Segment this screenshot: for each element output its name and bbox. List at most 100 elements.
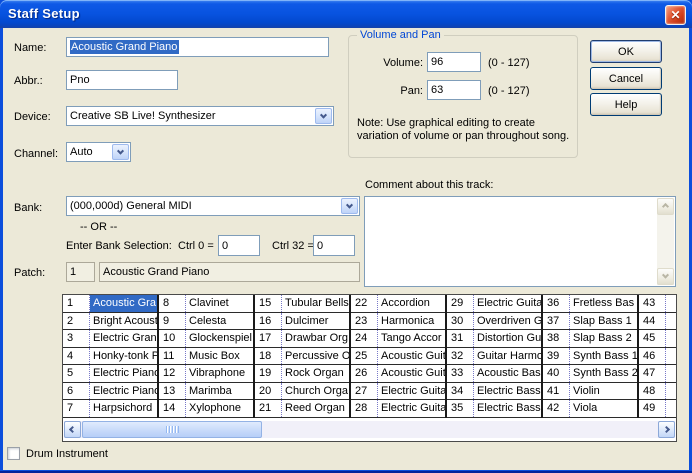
instrument-name-cell[interactable]: Harpsichord: [90, 400, 157, 417]
scroll-right-button[interactable]: [658, 421, 675, 438]
instrument-number-cell[interactable]: 16: [255, 313, 282, 330]
close-button[interactable]: ✕: [665, 5, 686, 25]
instrument-name-cell[interactable]: Bright Acoust: [90, 313, 157, 330]
instrument-number-cell[interactable]: 26: [351, 365, 378, 382]
instrument-name-cell[interactable]: Violin: [570, 383, 637, 400]
instrument-number-cell[interactable]: 23: [351, 313, 378, 330]
instrument-number-cell[interactable]: 3: [63, 330, 90, 347]
instrument-number-cell[interactable]: 17: [255, 330, 282, 347]
instrument-name-cell[interactable]: Distortion Gui: [474, 330, 541, 347]
bank-combobox-arrow[interactable]: [341, 198, 358, 214]
instrument-name-cell[interactable]: Synth Bass 2: [570, 365, 637, 382]
channel-combobox-arrow[interactable]: [112, 144, 129, 160]
instrument-number-cell[interactable]: 12: [159, 365, 186, 382]
instrument-number-cell[interactable]: 13: [159, 383, 186, 400]
instrument-number-cell[interactable]: 8: [159, 295, 186, 312]
instrument-name-cell[interactable]: Viola: [570, 400, 637, 417]
instrument-number-cell[interactable]: 44: [639, 313, 666, 330]
instrument-number-cell[interactable]: 21: [255, 400, 282, 417]
name-input[interactable]: Acoustic Grand Piano: [66, 37, 329, 57]
instrument-number-cell[interactable]: 14: [159, 400, 186, 417]
instrument-number-cell[interactable]: 47: [639, 365, 666, 382]
instrument-number-cell[interactable]: 36: [543, 295, 570, 312]
instrument-number-cell[interactable]: 37: [543, 313, 570, 330]
volume-input[interactable]: 96: [427, 52, 481, 72]
instrument-name-cell[interactable]: Fretless Bas: [570, 295, 637, 312]
ctrl0-input[interactable]: 0: [218, 235, 260, 256]
instrument-name-cell[interactable]: Tango Accor: [378, 330, 445, 347]
scrollbar-thumb[interactable]: [82, 421, 262, 438]
instrument-grid-horizontal-scrollbar[interactable]: [64, 421, 675, 438]
instrument-number-cell[interactable]: 33: [447, 365, 474, 382]
instrument-name-cell[interactable]: Acoustic Bas: [474, 365, 541, 382]
instrument-number-cell[interactable]: 46: [639, 348, 666, 365]
instrument-number-cell[interactable]: 42: [543, 400, 570, 417]
instrument-name-cell[interactable]: Percussive O: [282, 348, 349, 365]
instrument-number-cell[interactable]: 48: [639, 383, 666, 400]
instrument-number-cell[interactable]: 45: [639, 330, 666, 347]
scroll-up-button[interactable]: [657, 198, 674, 215]
instrument-name-cell[interactable]: Acoustic Guit: [378, 365, 445, 382]
instrument-name-cell[interactable]: Rock Organ: [282, 365, 349, 382]
instrument-name-cell[interactable]: Honky-tonk Pi: [90, 348, 157, 365]
instrument-name-cell[interactable]: Harmonica: [378, 313, 445, 330]
instrument-number-cell[interactable]: 29: [447, 295, 474, 312]
instrument-name-cell[interactable]: [666, 383, 676, 400]
titlebar[interactable]: Staff Setup ✕: [0, 0, 692, 28]
instrument-number-cell[interactable]: 31: [447, 330, 474, 347]
instrument-number-cell[interactable]: 49: [639, 400, 666, 417]
instrument-name-cell[interactable]: Celesta: [186, 313, 253, 330]
instrument-name-cell[interactable]: Synth Bass 1: [570, 348, 637, 365]
scroll-left-button[interactable]: [64, 421, 81, 438]
ok-button[interactable]: OK: [590, 40, 662, 63]
help-button[interactable]: Help: [590, 93, 662, 116]
instrument-name-cell[interactable]: Xylophone: [186, 400, 253, 417]
instrument-number-cell[interactable]: 27: [351, 383, 378, 400]
instrument-number-cell[interactable]: 20: [255, 383, 282, 400]
instrument-number-cell[interactable]: 25: [351, 348, 378, 365]
instrument-name-cell[interactable]: Drawbar Org: [282, 330, 349, 347]
cancel-button[interactable]: Cancel: [590, 67, 662, 90]
instrument-number-cell[interactable]: 1: [63, 295, 90, 312]
abbr-input[interactable]: Pno: [66, 70, 178, 90]
instrument-number-cell[interactable]: 40: [543, 365, 570, 382]
instrument-name-cell[interactable]: Music Box: [186, 348, 253, 365]
instrument-number-cell[interactable]: 43: [639, 295, 666, 312]
device-combobox-arrow[interactable]: [315, 108, 332, 124]
instrument-name-cell[interactable]: [666, 365, 676, 382]
pan-input[interactable]: 63: [427, 80, 481, 100]
bank-combobox[interactable]: (000,000d) General MIDI: [66, 196, 360, 216]
instrument-name-cell[interactable]: Dulcimer: [282, 313, 349, 330]
comment-vertical-scrollbar[interactable]: [657, 198, 674, 285]
instrument-name-cell[interactable]: Electric Piano: [90, 365, 157, 382]
instrument-name-cell[interactable]: Electric Bass: [474, 400, 541, 417]
drum-instrument-checkbox[interactable]: [7, 447, 20, 460]
instrument-name-cell[interactable]: Electric Bass: [474, 383, 541, 400]
instrument-name-cell[interactable]: [666, 330, 676, 347]
channel-combobox[interactable]: Auto: [66, 142, 131, 162]
instrument-number-cell[interactable]: 4: [63, 348, 90, 365]
instrument-number-cell[interactable]: 32: [447, 348, 474, 365]
instrument-name-cell[interactable]: Electric Piano: [90, 383, 157, 400]
instrument-name-cell[interactable]: Acoustic Guit: [378, 348, 445, 365]
instrument-name-cell[interactable]: [666, 313, 676, 330]
instrument-name-cell[interactable]: Slap Bass 2: [570, 330, 637, 347]
instrument-number-cell[interactable]: 22: [351, 295, 378, 312]
instrument-number-cell[interactable]: 5: [63, 365, 90, 382]
instrument-name-cell[interactable]: Glockenspiel: [186, 330, 253, 347]
scroll-down-button[interactable]: [657, 268, 674, 285]
instrument-name-cell[interactable]: [666, 400, 676, 417]
instrument-number-cell[interactable]: 41: [543, 383, 570, 400]
instrument-name-cell[interactable]: Electric Guita: [378, 383, 445, 400]
instrument-number-cell[interactable]: 2: [63, 313, 90, 330]
instrument-name-cell[interactable]: Vibraphone: [186, 365, 253, 382]
instrument-name-cell[interactable]: [666, 295, 676, 312]
instrument-number-cell[interactable]: 18: [255, 348, 282, 365]
comment-textarea[interactable]: [364, 196, 676, 287]
instrument-number-cell[interactable]: 24: [351, 330, 378, 347]
instrument-name-cell[interactable]: Slap Bass 1: [570, 313, 637, 330]
instrument-number-cell[interactable]: 35: [447, 400, 474, 417]
instrument-number-cell[interactable]: 11: [159, 348, 186, 365]
device-combobox[interactable]: Creative SB Live! Synthesizer: [66, 106, 334, 126]
instrument-name-cell[interactable]: Accordion: [378, 295, 445, 312]
